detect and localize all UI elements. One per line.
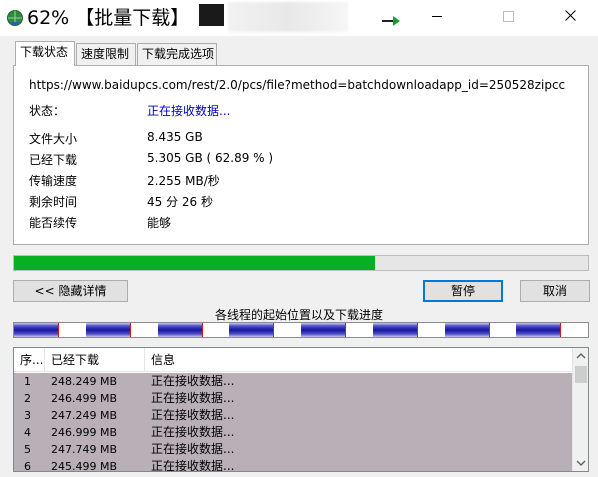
tab-download-status[interactable]: 下载状态: [15, 41, 75, 66]
download-url: https://www.baidupcs.com/rest/2.0/pcs/fi…: [29, 78, 566, 92]
row-index: 2: [24, 392, 31, 405]
row-downloaded: 248.249 MB: [51, 375, 118, 388]
list-item[interactable]: 3 247.249 MB 正在接收数据...: [14, 407, 572, 424]
row-downloaded: 247.749 MB: [51, 443, 118, 456]
thread-segment-boundary: [273, 323, 274, 337]
thread-segments-bar: [13, 322, 589, 338]
close-button[interactable]: [548, 0, 594, 32]
row-index: 3: [24, 409, 31, 422]
scroll-down-button[interactable]: [573, 454, 588, 471]
column-header-downloaded[interactable]: 已经下载: [45, 348, 145, 372]
thread-segment: [86, 323, 130, 337]
blurred-block: [228, 2, 348, 32]
thread-segment: [229, 323, 273, 337]
thread-segment-boundary: [417, 323, 418, 337]
resume-capability-value: 能够: [147, 216, 172, 230]
tab-speed-limit[interactable]: 速度限制: [76, 43, 136, 65]
row-info: 正在接收数据...: [151, 374, 235, 388]
row-downloaded: 246.999 MB: [51, 426, 118, 439]
list-scrollbar[interactable]: [572, 348, 588, 471]
chevron-down-icon: [576, 460, 586, 466]
thread-segment-boundary: [345, 323, 346, 337]
row-index: 5: [24, 443, 31, 456]
list-item[interactable]: 1 248.249 MB 正在接收数据...: [14, 373, 572, 390]
row-info: 正在接收数据...: [151, 442, 235, 456]
list-item[interactable]: 5 247.749 MB 正在接收数据...: [14, 441, 572, 458]
column-header-index[interactable]: 序...: [14, 348, 45, 372]
status-value: 正在接收数据...: [147, 104, 231, 118]
time-left-value: 45 分 26 秒: [147, 195, 213, 209]
row-index: 1: [24, 375, 31, 388]
progress-fill: [14, 256, 375, 270]
file-size-label: 文件大小: [29, 132, 78, 146]
window-title: 62% 【批量下载】: [27, 7, 190, 29]
status-label: 状态：: [29, 104, 66, 118]
row-index: 6: [24, 460, 31, 472]
list-item[interactable]: 6 245.499 MB 正在接收数据...: [14, 458, 572, 472]
thread-segment: [445, 323, 489, 337]
download-progress-bar: [13, 255, 589, 271]
thread-segment: [14, 323, 58, 337]
file-size-value: 8.435 GB: [147, 130, 203, 144]
downloaded-value: 5.305 GB ( 62.89 % ): [147, 151, 274, 165]
row-info: 正在接收数据...: [151, 459, 235, 472]
download-status-panel: https://www.baidupcs.com/rest/2.0/pcs/fi…: [13, 65, 589, 245]
thread-list[interactable]: 序... 已经下载 信息 1 248.249 MB 正在接收数据... 2 24…: [13, 347, 589, 472]
pause-button[interactable]: 暂停: [423, 280, 503, 302]
minimize-button[interactable]: [414, 0, 460, 32]
thread-segment: [516, 323, 560, 337]
row-info: 正在接收数据...: [151, 425, 235, 439]
scroll-up-button[interactable]: [573, 348, 588, 365]
list-body: 1 248.249 MB 正在接收数据... 2 246.499 MB 正在接收…: [14, 373, 572, 471]
scroll-thumb[interactable]: [575, 366, 587, 383]
thread-segment-boundary: [202, 323, 203, 337]
app-globe-icon: [7, 10, 23, 26]
transfer-speed-value: 2.255 MB/秒: [147, 174, 220, 188]
resume-capability-label: 能否续传: [29, 216, 78, 230]
redacted-block: [199, 4, 224, 26]
row-downloaded: 245.499 MB: [51, 460, 118, 472]
thread-segment: [301, 323, 345, 337]
list-item[interactable]: 2 246.499 MB 正在接收数据...: [14, 390, 572, 407]
close-icon: [565, 10, 576, 21]
title-bar[interactable]: 62% 【批量下载】: [0, 0, 598, 36]
thread-segment-boundary: [489, 323, 490, 337]
row-downloaded: 246.499 MB: [51, 392, 118, 405]
list-item[interactable]: 4 246.999 MB 正在接收数据...: [14, 424, 572, 441]
list-header: 序... 已经下载 信息: [14, 348, 572, 372]
segments-caption: 各线程的起始位置以及下载进度: [214, 308, 383, 322]
row-info: 正在接收数据...: [151, 391, 235, 405]
thread-segment: [373, 323, 417, 337]
row-index: 4: [24, 426, 31, 439]
row-downloaded: 247.249 MB: [51, 409, 118, 422]
chevron-up-icon: [576, 353, 586, 359]
tab-completion-options[interactable]: 下载完成选项: [137, 43, 217, 65]
maximize-button[interactable]: [484, 0, 530, 32]
downloaded-label: 已经下载: [29, 153, 78, 167]
arrow-right-icon: [382, 16, 400, 26]
transfer-speed-label: 传输速度: [29, 174, 78, 188]
thread-segment-boundary: [58, 323, 59, 337]
thread-segment-boundary: [130, 323, 131, 337]
row-info: 正在接收数据...: [151, 408, 235, 422]
thread-segment-boundary: [560, 323, 561, 337]
column-header-info[interactable]: 信息: [145, 348, 572, 372]
cancel-button[interactable]: 取消: [520, 280, 590, 302]
hide-details-button[interactable]: << 隐藏详情: [13, 280, 128, 302]
thread-segment: [158, 323, 202, 337]
time-left-label: 剩余时间: [29, 195, 78, 209]
